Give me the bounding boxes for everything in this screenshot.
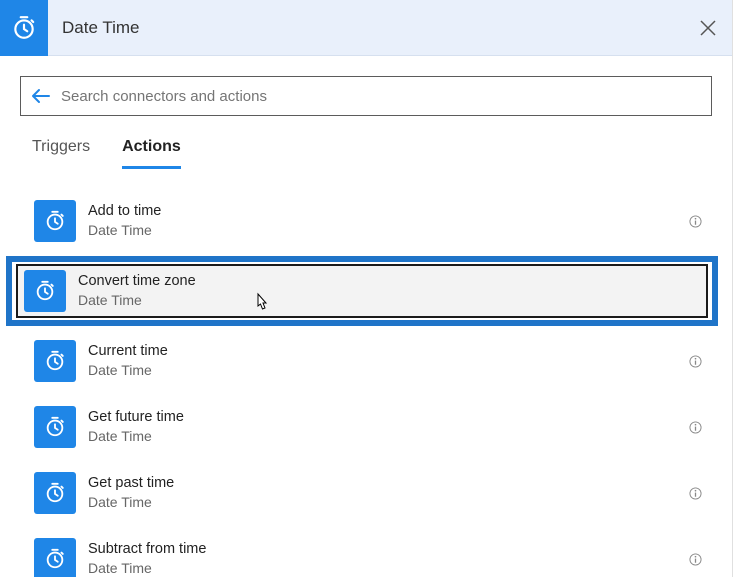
action-subtitle: Date Time [78,292,706,309]
action-title: Get future time [88,409,680,426]
action-text: Add to time Date Time [76,203,680,238]
tab-triggers[interactable]: Triggers [32,138,90,169]
panel-header: Date Time [0,0,732,56]
clock-icon [34,340,76,382]
actions-list: Add to time Date Time Convert time zone … [20,188,712,577]
info-icon [689,487,702,500]
clock-icon [11,15,37,41]
search-back-button[interactable] [31,86,51,106]
panel-title: Date Time [48,18,684,38]
highlighted-action: Convert time zone Date Time [6,256,718,326]
tabs: Triggers Actions [20,138,712,170]
action-title: Convert time zone [78,273,706,290]
connector-icon [0,0,48,56]
info-icon [689,355,702,368]
action-title: Subtract from time [88,541,680,558]
action-text: Convert time zone Date Time [66,273,706,308]
action-text: Subtract from time Date Time [76,541,680,576]
action-subtitle: Date Time [88,560,680,577]
action-title: Current time [88,343,680,360]
search-box[interactable] [20,76,712,116]
clock-icon [34,200,76,242]
info-button[interactable] [680,355,710,368]
action-title: Add to time [88,203,680,220]
info-button[interactable] [680,215,710,228]
clock-icon [34,538,76,577]
clock-icon [24,270,66,312]
action-convert-time-zone[interactable]: Convert time zone Date Time [16,264,708,318]
action-subtract-from-time[interactable]: Subtract from time Date Time [20,526,712,577]
action-add-to-time[interactable]: Add to time Date Time [20,188,712,254]
info-icon [689,215,702,228]
action-subtitle: Date Time [88,222,680,239]
action-get-future-time[interactable]: Get future time Date Time [20,394,712,460]
action-text: Get future time Date Time [76,409,680,444]
action-title: Get past time [88,475,680,492]
panel-body: Triggers Actions Add to time Date Time [0,56,732,577]
action-text: Get past time Date Time [76,475,680,510]
close-icon [699,19,717,37]
info-button[interactable] [680,487,710,500]
info-icon [689,553,702,566]
action-subtitle: Date Time [88,362,680,379]
search-input[interactable] [61,88,701,105]
connector-panel: Date Time Triggers Actions [0,0,733,577]
action-current-time[interactable]: Current time Date Time [20,328,712,394]
tab-actions[interactable]: Actions [122,138,181,169]
info-button[interactable] [680,553,710,566]
info-icon [689,421,702,434]
info-button[interactable] [680,421,710,434]
arrow-left-icon [31,88,51,104]
action-subtitle: Date Time [88,494,680,511]
clock-icon [34,472,76,514]
action-get-past-time[interactable]: Get past time Date Time [20,460,712,526]
action-subtitle: Date Time [88,428,680,445]
action-text: Current time Date Time [76,343,680,378]
close-button[interactable] [684,0,732,56]
clock-icon [34,406,76,448]
